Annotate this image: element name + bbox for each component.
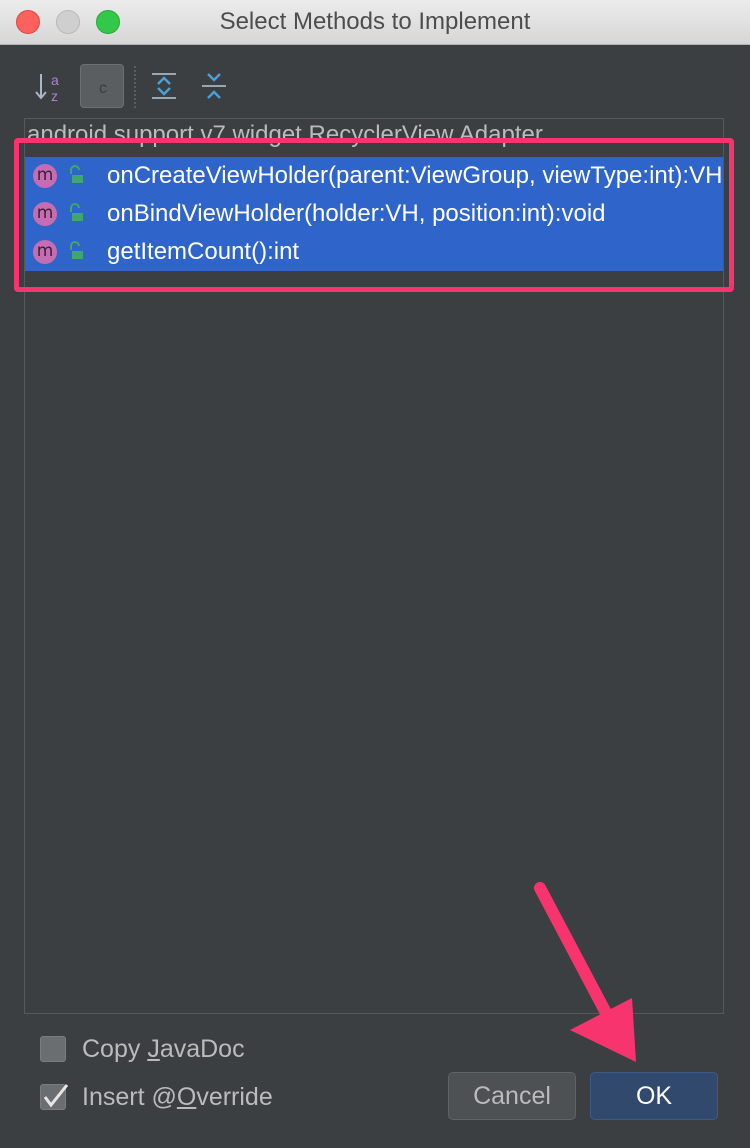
collapse-all-icon (202, 73, 226, 99)
copy-javadoc-option[interactable]: Copy JavaDoc (40, 1034, 245, 1064)
expand-all-icon (152, 73, 176, 99)
sort-alphabetically-button[interactable]: a z (30, 64, 74, 108)
collapse-all-button[interactable] (192, 64, 236, 108)
cancel-button[interactable]: Cancel (448, 1072, 576, 1120)
show-classes-icon: c (99, 80, 107, 97)
insert-override-label: Insert @Override (82, 1082, 273, 1111)
svg-text:z: z (51, 88, 58, 104)
sort-alpha-icon: a z (35, 72, 59, 104)
copy-javadoc-checkbox[interactable] (40, 1036, 66, 1062)
annotation-highlight-box (14, 138, 734, 292)
svg-text:a: a (51, 72, 59, 88)
window-title: Select Methods to Implement (219, 8, 531, 35)
annotation-arrow-icon (534, 882, 636, 1062)
expand-all-button[interactable] (142, 64, 186, 108)
checkmark-icon (43, 1084, 69, 1108)
copy-javadoc-label: Copy JavaDoc (82, 1034, 245, 1063)
toolbar-separator (134, 66, 136, 108)
class-toggle-label: c (99, 80, 107, 97)
show-classes-toggle[interactable]: c (80, 64, 124, 108)
title-bar: Select Methods to Implement (0, 0, 750, 45)
ok-button[interactable]: OK (590, 1072, 718, 1120)
toolbar: a z c (30, 62, 330, 112)
insert-override-checkbox[interactable] (40, 1084, 69, 1110)
insert-override-option[interactable]: Insert @Override (40, 1082, 273, 1112)
